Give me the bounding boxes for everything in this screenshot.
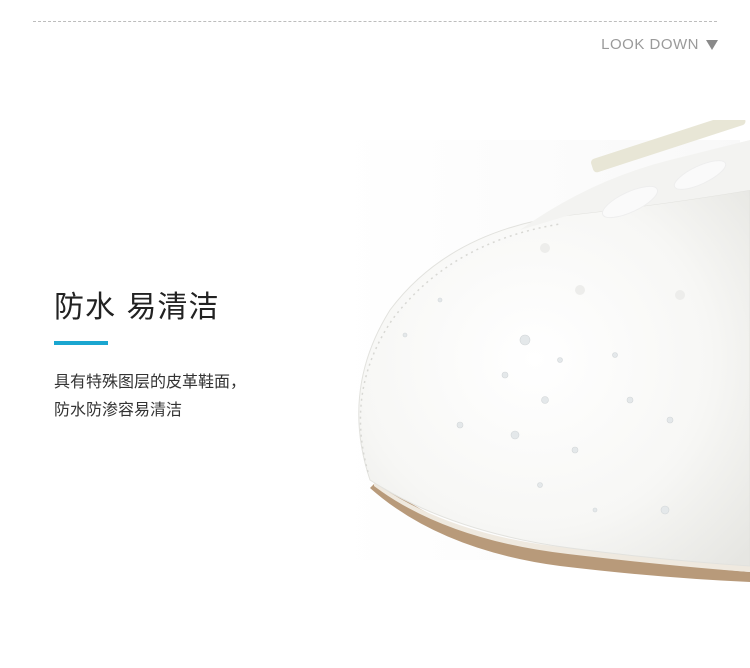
look-down-label: LOOK DOWN [601, 36, 699, 53]
title-accent-bar [54, 341, 108, 345]
look-down-link[interactable]: LOOK DOWN [601, 36, 718, 53]
description-line-2: 防水防渗容易清洁 [54, 400, 183, 419]
top-divider [33, 21, 717, 22]
arrow-down-icon [706, 39, 718, 50]
shoe-image [340, 120, 750, 582]
feature-title: 防水 易清洁 [54, 290, 220, 325]
description-line-1: 具有特殊图层的皮革鞋面， [54, 372, 247, 391]
feature-description: 具有特殊图层的皮革鞋面， 防水防渗容易清洁 [54, 368, 246, 424]
